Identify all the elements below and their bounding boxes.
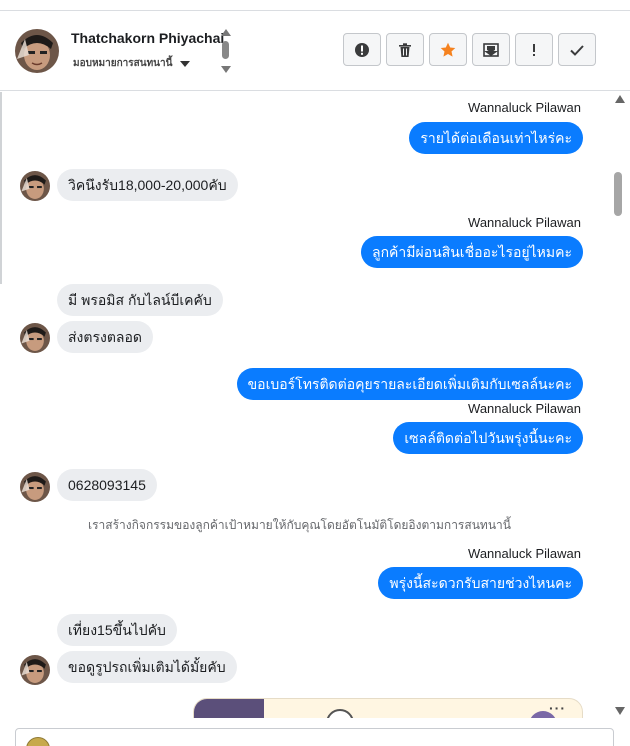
mark-unread-button[interactable] <box>472 33 510 66</box>
mark-important-button[interactable] <box>515 33 553 66</box>
customer-avatar-small <box>20 655 50 685</box>
incoming-message[interactable]: วิคนึงรับ18,000-20,000คับ <box>57 169 238 201</box>
sender-name: Wannaluck Pilawan <box>468 546 581 561</box>
page-avatar <box>26 737 50 746</box>
sender-name: Wannaluck Pilawan <box>468 401 581 416</box>
incoming-message[interactable]: 0628093145 <box>57 469 157 501</box>
incoming-message[interactable]: ส่งตรงตลอด <box>57 321 153 353</box>
star-icon <box>440 42 456 57</box>
scroll-down-icon[interactable] <box>615 707 625 715</box>
caret-down-icon <box>180 60 191 67</box>
system-notice: เราสร้างกิจกรรมของลูกค้าเป้าหมายให้กับคุ… <box>88 518 511 532</box>
card-logo <box>326 709 354 718</box>
delete-button[interactable] <box>386 33 424 66</box>
conversation-header: Thatchakorn Phiyachai มอบหมายการสนทนานี้ <box>0 11 630 91</box>
customer-avatar-small <box>20 472 50 502</box>
assign-conversation-dropdown[interactable]: มอบหมายการสนทนานี้ <box>73 56 191 71</box>
more-options-icon[interactable]: ··· <box>549 700 566 716</box>
report-spam-button[interactable] <box>343 33 381 66</box>
alert-circle-icon <box>355 42 369 57</box>
checkmark-icon <box>570 44 584 56</box>
header-mini-scrollbar[interactable] <box>220 29 232 73</box>
customer-avatar[interactable] <box>15 29 59 73</box>
envelope-icon <box>483 42 499 57</box>
outgoing-message[interactable]: พรุ่งนี้สะดวกรับสายช่วงไหนคะ <box>378 567 583 599</box>
outgoing-message[interactable]: ขอเบอร์โทรติดต่อคุยรายละเอียดเพิ่มเติมกั… <box>236 368 583 400</box>
mark-done-button[interactable] <box>558 33 596 66</box>
message-thread[interactable]: Wannaluck Pilawan รายได้ต่อเดือนเท่าไหร่… <box>0 92 612 718</box>
incoming-message[interactable]: มี พรอมิส กับไลน์บีเคคับ <box>57 284 223 316</box>
conversation-actions <box>343 33 596 66</box>
outgoing-message[interactable]: ลูกค้ามีผ่อนสินเชื่ออะไรอยู่ไหมคะ <box>361 236 583 268</box>
scroll-down-icon[interactable] <box>221 66 231 73</box>
scroll-thumb[interactable] <box>614 172 622 216</box>
trash-icon <box>399 42 411 57</box>
incoming-message[interactable]: ขอดูรูปรถเพิ่มเติมได้มั้ยคับ <box>57 651 237 683</box>
message-composer[interactable] <box>15 728 614 746</box>
incoming-message[interactable]: เที่ยง15ขึ้นไปคับ <box>57 614 177 646</box>
customer-avatar-small <box>20 323 50 353</box>
customer-avatar-small <box>20 171 50 201</box>
assign-label: มอบหมายการสนทนานี้ <box>73 58 173 69</box>
card-image-left <box>194 699 264 718</box>
sender-name: Wannaluck Pilawan <box>468 215 581 230</box>
outgoing-message[interactable]: รายได้ต่อเดือนเท่าไหร่คะ <box>409 122 583 154</box>
scroll-up-icon[interactable] <box>615 95 625 103</box>
thread-scrollbar[interactable] <box>612 92 628 718</box>
scroll-up-icon[interactable] <box>221 29 231 36</box>
scroll-thumb[interactable] <box>222 41 229 59</box>
outgoing-message[interactable]: เซลล์ติดต่อไปวันพรุ่งนี้นะคะ <box>393 422 583 454</box>
exclamation-icon <box>533 43 535 56</box>
shared-image-card[interactable]: ··· <box>193 698 583 718</box>
star-button[interactable] <box>429 33 467 66</box>
sender-name: Wannaluck Pilawan <box>468 100 581 115</box>
customer-name: Thatchakorn Phiyachai <box>71 30 225 46</box>
